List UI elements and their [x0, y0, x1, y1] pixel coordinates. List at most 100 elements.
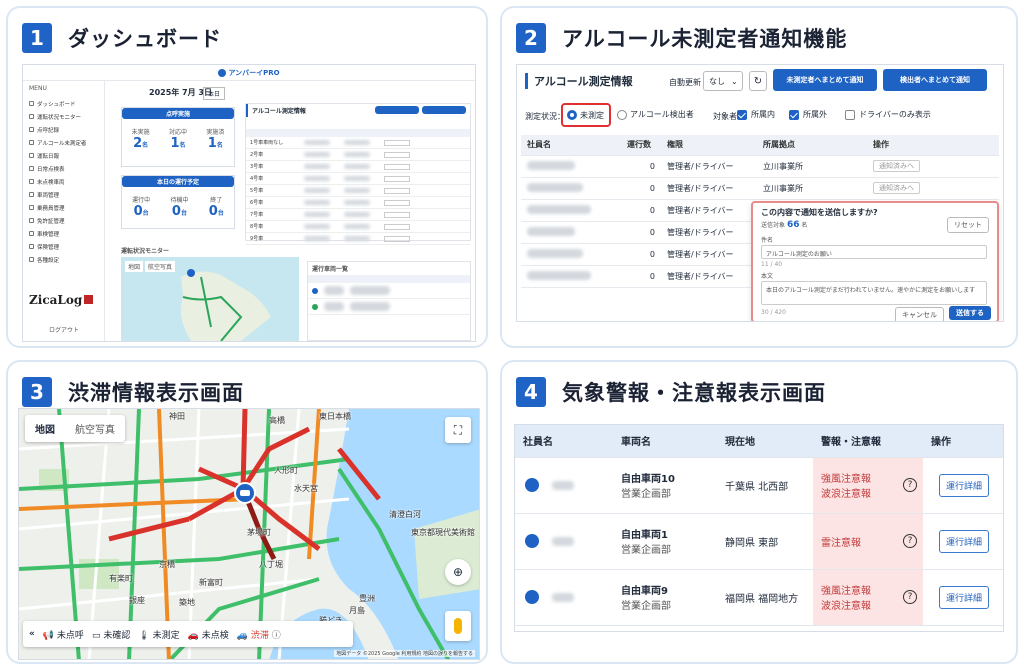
notified-button[interactable]: 通知済みへ	[873, 182, 920, 194]
table-row: 自由車両10 営業企画部 千葉県 北西部 強風注意報 波浪注意報? 運行詳細	[515, 457, 1003, 514]
panel-title: アルコール未測定者通知機能	[562, 27, 848, 51]
menu-label: MENU	[29, 85, 47, 92]
sidebar-item-label: 日常点検表	[37, 166, 65, 173]
sidebar-item[interactable]: 車検管理	[29, 227, 86, 240]
pegman-icon[interactable]	[445, 611, 471, 641]
checkbox-outside[interactable]: 所属外	[789, 109, 827, 120]
menu-item-icon	[29, 192, 34, 197]
sidebar-item[interactable]: 未点検車両	[29, 175, 86, 188]
legend-item-unmeasured[interactable]: 🌡 未測定	[138, 628, 179, 641]
alcohol-table-mini: アルコール測定情報 1号車車両なし 2号車 3号車 4号車 5号車 6号車 7号車 8号車 9号…	[245, 103, 471, 245]
legend-item-roll-call[interactable]: 📢 未点呼	[43, 628, 84, 641]
tab-satellite[interactable]: 航空写真	[65, 415, 125, 442]
trip-detail-button[interactable]: 運行詳細	[938, 529, 989, 553]
cancel-button[interactable]: キャンセル	[895, 307, 944, 321]
logout-link[interactable]: ログアウト	[49, 325, 79, 334]
base: 立川事業所	[757, 177, 867, 200]
stat-value: 0台	[171, 204, 187, 219]
reset-button[interactable]: リセット	[947, 217, 989, 233]
fullscreen-icon[interactable]: ⛶	[445, 417, 471, 443]
alerts-cell: 強風注意報 波浪注意報?	[813, 569, 923, 626]
base: 立川事業所	[757, 155, 867, 178]
target-label: 対象者	[713, 112, 737, 121]
sidebar-item[interactable]: 点呼記録	[29, 123, 86, 136]
panel-weather: 4 気象警報・注意報表示画面 社員名 車両名 現在地 警報・注意報 操作 自由車…	[500, 360, 1018, 664]
help-icon[interactable]: ?	[903, 534, 917, 548]
sidebar-item-label: 乗務員管理	[37, 205, 65, 212]
stat-value: 0台	[208, 204, 224, 219]
sidebar-item[interactable]: 車両管理	[29, 188, 86, 201]
employee-cell	[515, 513, 613, 570]
vehicle-cell: 自由車両9 営業企画部	[613, 569, 717, 626]
checkbox-inside[interactable]: 所属内	[737, 109, 775, 120]
refresh-icon[interactable]: ↻	[749, 71, 767, 91]
checkbox-driver-only[interactable]: ドライバーのみ表示	[845, 109, 931, 120]
legend-item-uninspected[interactable]: 🚗 未点検	[188, 628, 229, 641]
help-icon[interactable]: ?	[903, 590, 917, 604]
sidebar-item[interactable]: 乗務員管理	[29, 201, 86, 214]
trip-count: 0	[621, 155, 661, 178]
body-textarea[interactable]: 本日のアルコール測定がまだ行われていません。速やかに測定をお願いします	[761, 281, 987, 305]
sidebar-item[interactable]: ダッシュボード	[29, 97, 86, 110]
col-header: 操作	[923, 425, 1003, 458]
sidebar-item[interactable]: 保険管理	[29, 240, 86, 253]
panel-number: 4	[516, 377, 546, 407]
map-place-label: 京橋	[159, 560, 175, 569]
stat-item: 終了 0台	[209, 195, 224, 219]
map-type-tabs: 地図 航空写真	[25, 415, 125, 442]
radio-detected[interactable]: アルコール検出者	[617, 109, 694, 120]
menu-item-icon	[29, 140, 34, 145]
traffic-map[interactable]: 神田高橋東日本橋人形町水天宮清澄白河東京都現代美術館豊洲勝どき月島築地新富町八丁…	[18, 408, 480, 660]
sidebar-item[interactable]: 各種設定	[29, 253, 86, 266]
card-icon: ▭	[91, 630, 101, 641]
checkbox-checked-icon	[737, 109, 747, 120]
trip-count: 0	[621, 199, 661, 222]
notified-button[interactable]: 通知済みへ	[873, 160, 920, 172]
radio-empty-icon	[617, 109, 627, 120]
auto-update-select[interactable]: なし ⌄	[703, 71, 743, 91]
send-button[interactable]: 送信する	[949, 306, 991, 320]
sidebar-item[interactable]: 免許証管理	[29, 214, 86, 227]
table-row: 0 管理者/ドライバー 立川事業所 通知済みへ	[521, 177, 999, 200]
map-place-label: 高橋	[269, 416, 285, 425]
help-icon[interactable]: ?	[903, 478, 917, 492]
legend-item-traffic-jam[interactable]: 🚙 渋滞 ⓘ	[237, 628, 281, 641]
subject-input[interactable]: アルコール測定のお願い	[761, 245, 987, 259]
stat-label: 運行中	[132, 197, 151, 204]
checkbox-label: 所属内	[751, 110, 775, 119]
sidebar-item[interactable]: アルコール未測定者	[29, 136, 86, 149]
sidebar-item[interactable]: 運転状況モニター	[29, 110, 86, 123]
panel-header: 3 渋滞情報表示画面	[22, 376, 244, 408]
radio-selected-icon	[567, 110, 577, 120]
collapse-icon[interactable]: «	[29, 629, 35, 639]
sidebar-item-label: 保険管理	[37, 244, 60, 251]
map-place-label: 神田	[169, 412, 185, 421]
stat-card-roll-call: 点呼実施 未実施 2名 対応中 1名 実施済 1名	[121, 107, 235, 167]
mini-notify-btn-2[interactable]	[422, 106, 466, 114]
mini-map-tab[interactable]: 地図	[125, 261, 144, 272]
locate-icon[interactable]: ⊕	[445, 559, 471, 585]
sidebar-item[interactable]: 日常点検表	[29, 162, 86, 175]
map-place-label: 人形町	[274, 466, 298, 475]
menu-item-icon	[29, 205, 34, 210]
stat-item: 実施済 1名	[206, 127, 224, 151]
mini-notify-btn-1[interactable]	[375, 106, 419, 114]
stat-label: 未実施	[131, 129, 150, 136]
trip-detail-button[interactable]: 運行詳細	[938, 473, 989, 497]
sidebar-item[interactable]: 運転日報	[29, 149, 86, 162]
help-icon[interactable]: ⓘ	[272, 631, 281, 641]
mini-map-tab[interactable]: 航空写真	[145, 261, 176, 272]
today-button[interactable]: 本日	[203, 87, 226, 100]
mini-table-row: 2号車	[246, 149, 470, 161]
tab-map[interactable]: 地図	[25, 415, 65, 442]
radio-unmeasured[interactable]: 未測定	[561, 103, 611, 127]
stat-label: 対応中	[168, 129, 187, 136]
legend-item-unconfirmed[interactable]: ▭ 未確認	[92, 628, 130, 641]
trip-detail-button[interactable]: 運行詳細	[938, 585, 989, 609]
col-header: 権限	[661, 135, 757, 156]
notify-detected-button[interactable]: 検出者へまとめて通知	[883, 69, 987, 91]
location: 福岡県 福岡地方	[717, 569, 813, 626]
employee-cell	[515, 457, 613, 514]
stat-item: 待機中 0台	[170, 195, 188, 219]
notify-unmeasured-button[interactable]: 未測定者へまとめて通知	[773, 69, 877, 91]
